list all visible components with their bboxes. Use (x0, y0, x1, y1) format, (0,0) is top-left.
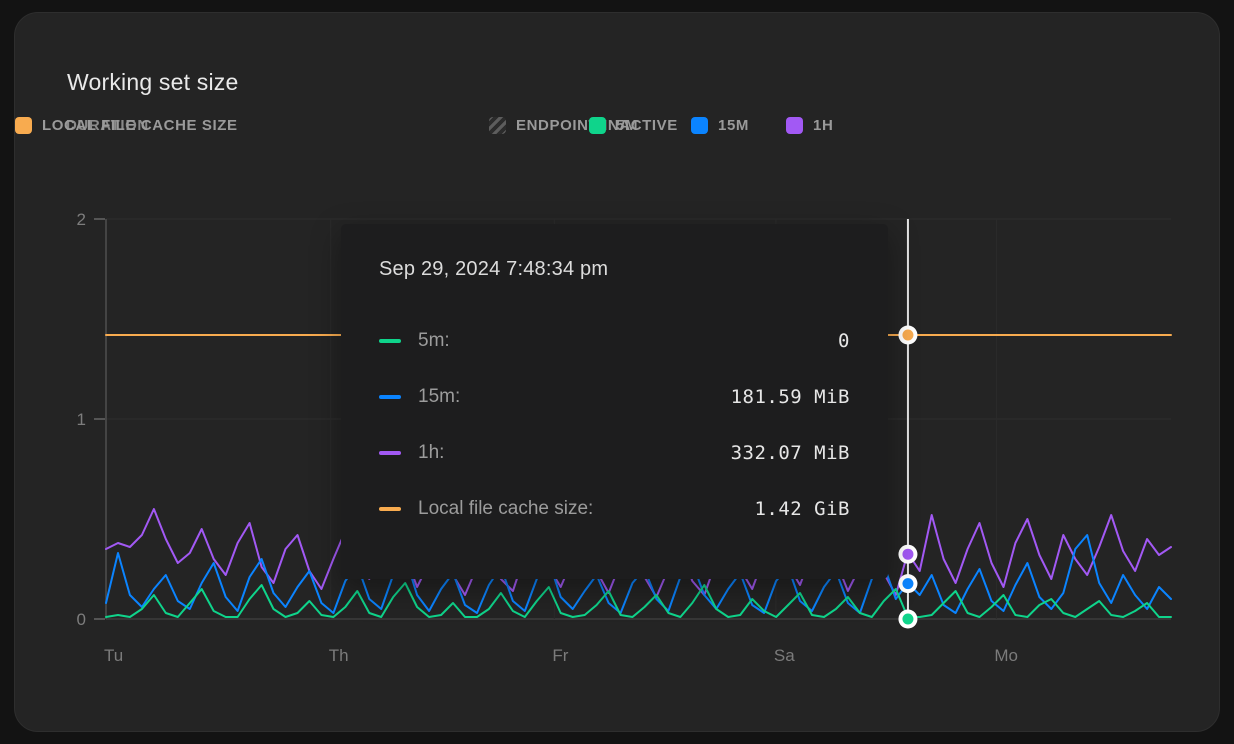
x-tick-label-Th: Th (329, 646, 349, 665)
cursor-dot-15m (902, 578, 913, 589)
chart-tooltip: Sep 29, 2024 7:48:34 pm 5m: 0 15m: 181.5… (341, 224, 888, 579)
x-tick-label-Sa: Sa (774, 646, 795, 665)
15m-dash-icon (379, 395, 401, 399)
y-tick-label-2: 2 (77, 210, 86, 229)
series-line-5m (106, 583, 1171, 617)
tooltip-row-15m: 15m: 181.59 MiB (379, 369, 850, 425)
tooltip-timestamp: Sep 29, 2024 7:48:34 pm (379, 258, 850, 281)
cursor-dot-1h (902, 549, 913, 560)
1h-dash-icon (379, 451, 401, 455)
5m-dash-icon (379, 339, 401, 343)
y-tick-label-0: 0 (77, 610, 86, 629)
y-tick-label-1: 1 (77, 410, 86, 429)
tooltip-rows: 5m: 0 15m: 181.59 MiB 1h: 332.07 MiB Loc… (379, 313, 850, 537)
cursor-dot-local-file-cache-size (902, 330, 913, 341)
tooltip-row-1h: 1h: 332.07 MiB (379, 425, 850, 481)
tooltip-row-local-file-cache-size: Local file cache size: 1.42 GiB (379, 481, 850, 537)
cursor-dot-5m (902, 614, 913, 625)
x-tick-label-Tu: Tu (104, 646, 123, 665)
x-tick-label-Fr: Fr (552, 646, 568, 665)
working-set-size-panel: Working set size DURATION ENDPOINT INACT… (14, 12, 1220, 732)
x-tick-label-Mo: Mo (994, 646, 1018, 665)
local-file-cache-dash-icon (379, 507, 401, 511)
tooltip-row-5m: 5m: 0 (379, 313, 850, 369)
